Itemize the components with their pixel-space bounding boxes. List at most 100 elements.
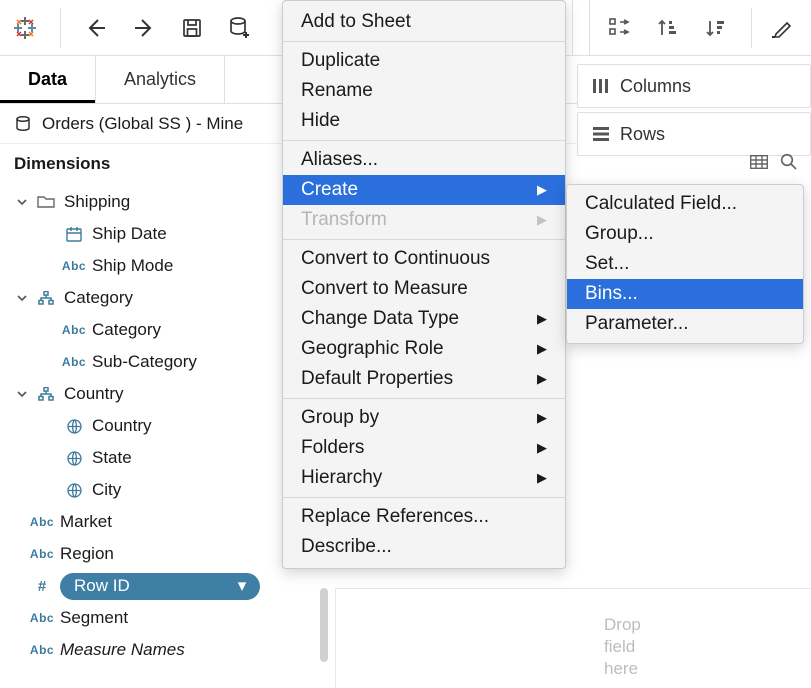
field-label: Segment xyxy=(60,608,128,628)
menu-label: Hide xyxy=(301,110,340,132)
menu-default-properties[interactable]: Default Properties▶ xyxy=(283,364,565,394)
string-icon: Abc xyxy=(64,323,84,337)
menu-duplicate[interactable]: Duplicate xyxy=(283,46,565,76)
menu-hierarchy[interactable]: Hierarchy▶ xyxy=(283,463,565,493)
menu-label: Replace References... xyxy=(301,506,489,528)
back-button[interactable] xyxy=(81,13,111,43)
string-icon: Abc xyxy=(32,515,52,529)
submenu-group[interactable]: Group... xyxy=(567,219,803,249)
menu-label: Calculated Field... xyxy=(585,193,737,215)
chevron-down-icon xyxy=(16,293,28,303)
field-pill-selected[interactable]: Row ID ▾ xyxy=(60,573,260,600)
rows-shelf[interactable]: Rows xyxy=(577,112,811,156)
menu-label: Parameter... xyxy=(585,313,689,335)
globe-icon xyxy=(64,451,84,466)
menu-describe[interactable]: Describe... xyxy=(283,532,565,562)
submenu-arrow-icon: ▶ xyxy=(537,341,547,357)
submenu-parameter[interactable]: Parameter... xyxy=(567,309,803,339)
hierarchy-icon xyxy=(36,291,56,305)
save-button[interactable] xyxy=(177,13,207,43)
field-label: Ship Date xyxy=(92,224,167,244)
view-as-table-icon[interactable] xyxy=(750,154,768,174)
sidebar-scrollbar[interactable] xyxy=(320,588,328,662)
menu-add-to-sheet[interactable]: Add to Sheet xyxy=(283,7,565,37)
menu-label: Change Data Type xyxy=(301,308,459,330)
string-icon: Abc xyxy=(32,611,52,625)
field-label: Category xyxy=(64,288,133,308)
hierarchy-icon xyxy=(36,387,56,401)
number-icon: # xyxy=(32,578,52,595)
submenu-set[interactable]: Set... xyxy=(567,249,803,279)
menu-label: Group... xyxy=(585,223,654,245)
menu-label: Geographic Role xyxy=(301,338,444,360)
columns-label: Columns xyxy=(620,76,691,97)
submenu-arrow-icon: ▶ xyxy=(537,212,547,228)
tableau-logo-icon[interactable] xyxy=(10,13,40,43)
submenu-arrow-icon: ▶ xyxy=(537,440,547,456)
menu-label: Aliases... xyxy=(301,149,378,171)
string-icon: Abc xyxy=(64,259,84,273)
menu-label: Add to Sheet xyxy=(301,11,411,33)
field-label: Region xyxy=(60,544,114,564)
menu-label: Rename xyxy=(301,80,373,102)
tab-analytics-label: Analytics xyxy=(124,69,196,90)
drop-hint-line: Drop xyxy=(604,614,641,636)
menu-geographic-role[interactable]: Geographic Role ▶ xyxy=(283,334,565,364)
menu-replace-references[interactable]: Replace References... xyxy=(283,502,565,532)
menu-label: Hierarchy xyxy=(301,467,382,489)
menu-create[interactable]: Create▶ xyxy=(283,175,565,205)
canvas-area[interactable] xyxy=(335,588,811,688)
menu-convert-continuous[interactable]: Convert to Continuous xyxy=(283,244,565,274)
menu-hide[interactable]: Hide xyxy=(283,106,565,136)
columns-icon xyxy=(592,78,610,94)
sort-asc-button[interactable] xyxy=(653,13,683,43)
search-icon[interactable] xyxy=(780,153,797,175)
menu-rename[interactable]: Rename xyxy=(283,76,565,106)
chevron-down-icon xyxy=(16,197,28,207)
sort-desc-button[interactable] xyxy=(701,13,731,43)
toolbar-right-group xyxy=(605,0,798,56)
string-icon: Abc xyxy=(32,547,52,561)
forward-button[interactable] xyxy=(129,13,159,43)
dimensions-title: Dimensions xyxy=(14,154,110,174)
highlight-button[interactable] xyxy=(768,13,798,43)
menu-label: Create xyxy=(301,179,358,201)
menu-folders[interactable]: Folders ▶ xyxy=(283,433,565,463)
menu-label: Describe... xyxy=(301,536,392,558)
folder-icon xyxy=(36,195,56,209)
toolbar-separator xyxy=(751,8,752,48)
menu-label: Folders xyxy=(301,437,364,459)
menu-transform: Transform ▶ xyxy=(283,205,565,235)
string-icon: Abc xyxy=(64,355,84,369)
string-icon: Abc xyxy=(32,643,52,657)
drop-field-placeholder: Drop field here xyxy=(604,614,641,680)
swap-axes-button[interactable] xyxy=(605,13,635,43)
submenu-bins[interactable]: Bins... xyxy=(567,279,803,309)
data-source-name: Orders (Global SS ) - Mine xyxy=(42,114,243,134)
field-label: Measure Names xyxy=(60,640,185,660)
menu-aliases[interactable]: Aliases... xyxy=(283,145,565,175)
new-data-source-button[interactable] xyxy=(225,13,255,43)
menu-label: Convert to Continuous xyxy=(301,248,490,270)
tab-data[interactable]: Data xyxy=(0,56,96,103)
field-label: Country xyxy=(64,384,124,404)
menu-label: Transform xyxy=(301,209,387,231)
menu-label: Bins... xyxy=(585,283,638,305)
columns-shelf[interactable]: Columns xyxy=(577,64,811,108)
field-label: Shipping xyxy=(64,192,130,212)
menu-group-by[interactable]: Group by▶ xyxy=(283,403,565,433)
field-label: State xyxy=(92,448,132,468)
tab-analytics[interactable]: Analytics xyxy=(96,56,225,103)
toolbar-separator xyxy=(60,8,61,48)
tab-data-label: Data xyxy=(28,69,67,90)
submenu-arrow-icon: ▶ xyxy=(537,311,547,327)
rows-label: Rows xyxy=(620,124,665,145)
date-icon xyxy=(64,227,84,242)
create-submenu: Calculated Field... Group... Set... Bins… xyxy=(566,184,804,344)
field-context-menu: Add to Sheet Duplicate Rename Hide Alias… xyxy=(282,0,566,569)
pill-dropdown-icon[interactable]: ▾ xyxy=(238,576,247,596)
menu-convert-measure[interactable]: Convert to Measure xyxy=(283,274,565,304)
toolbar-overflow-dropdown[interactable] xyxy=(572,0,590,56)
submenu-calculated-field[interactable]: Calculated Field... xyxy=(567,189,803,219)
menu-change-data-type[interactable]: Change Data Type ▶ xyxy=(283,304,565,334)
